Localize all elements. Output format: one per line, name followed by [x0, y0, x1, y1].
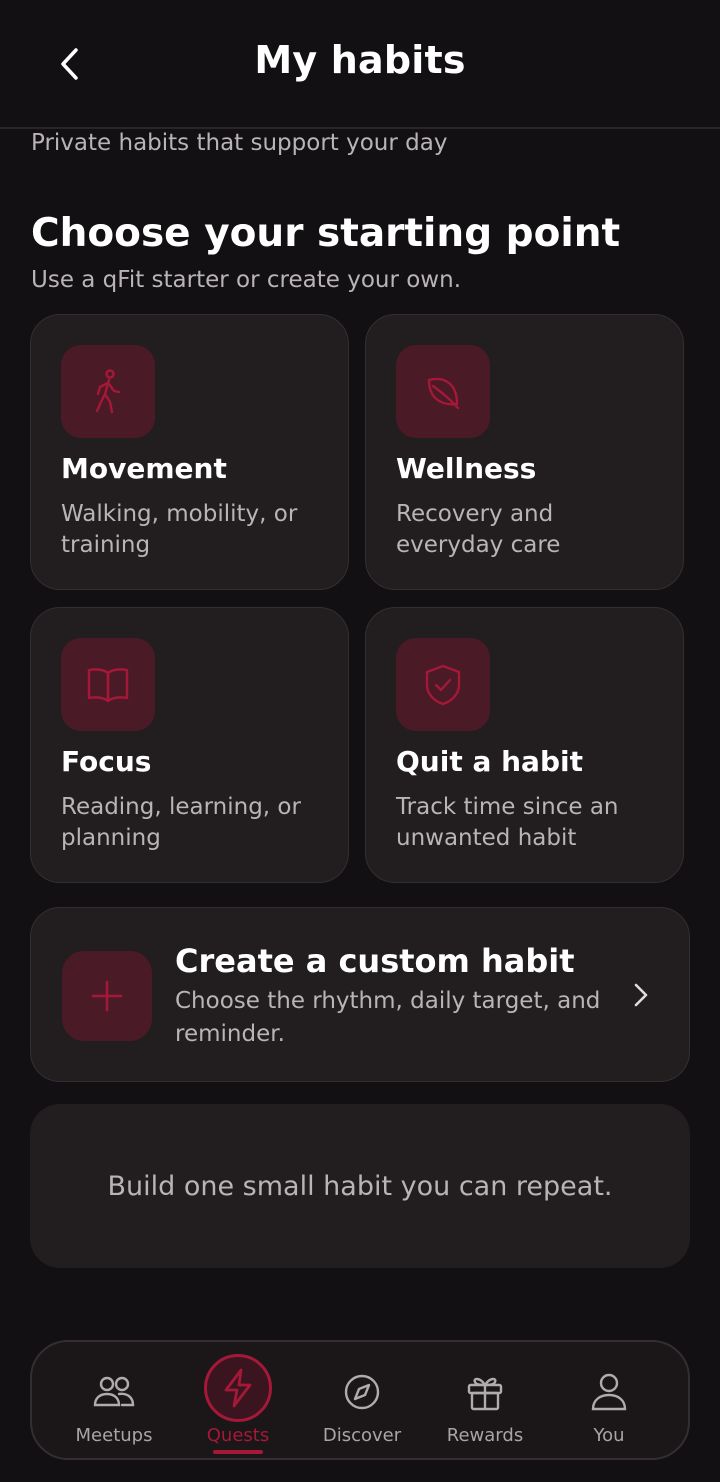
- card-quit-habit[interactable]: Quit a habit Track time since an unwante…: [365, 607, 684, 883]
- nav-label: Meetups: [75, 1425, 153, 1446]
- nav-quests[interactable]: Quests: [176, 1342, 300, 1458]
- custom-icon-tile: [62, 951, 152, 1041]
- tip-text: Build one small habit you can repeat.: [107, 1170, 613, 1202]
- page-subtitle: Private habits that support your day: [31, 130, 448, 156]
- plus-icon: [91, 980, 123, 1012]
- nav-label: Discover: [322, 1425, 402, 1446]
- chevron-right-icon: [629, 981, 653, 1009]
- card-title: Focus: [61, 745, 152, 778]
- nav-you[interactable]: You: [547, 1342, 671, 1458]
- active-indicator: [204, 1354, 272, 1422]
- book-icon: [87, 667, 129, 702]
- card-icon-tile: [61, 638, 155, 731]
- section-title: Choose your starting point: [31, 211, 621, 256]
- card-wellness[interactable]: Wellness Recovery and everyday care: [365, 314, 684, 590]
- nav-label: You: [593, 1425, 625, 1446]
- active-underline: [213, 1450, 263, 1454]
- shield-check-icon: [425, 664, 461, 705]
- card-title: Movement: [61, 452, 227, 485]
- tip-panel: Build one small habit you can repeat.: [30, 1104, 690, 1268]
- person-icon: [587, 1370, 631, 1414]
- page-title: My habits: [254, 38, 466, 82]
- nav-meetups[interactable]: Meetups: [52, 1342, 176, 1458]
- create-custom-habit-button[interactable]: Create a custom habit Choose the rhythm,…: [30, 907, 690, 1082]
- card-focus[interactable]: Focus Reading, learning, or planning: [30, 607, 349, 883]
- custom-habit-description: Choose the rhythm, daily target, and rem…: [175, 988, 601, 1047]
- walking-icon: [95, 368, 121, 413]
- card-icon-tile: [61, 345, 155, 438]
- nav-label: Rewards: [446, 1425, 524, 1446]
- card-title: Wellness: [396, 452, 537, 485]
- compass-icon: [340, 1370, 384, 1414]
- bottom-nav: Meetups Quests Discover Rewards You: [30, 1340, 690, 1460]
- header: My habits: [0, 0, 720, 129]
- card-description: Walking, mobility, or training: [61, 501, 298, 558]
- card-icon-tile: [396, 638, 490, 731]
- card-description: Recovery and everyday care: [396, 501, 561, 558]
- leaf-icon: [427, 377, 460, 409]
- card-title: Quit a habit: [396, 745, 583, 778]
- gift-icon: [463, 1370, 507, 1414]
- page: My habits Private habits that support yo…: [0, 0, 720, 1482]
- card-description: Track time since an unwanted habit: [396, 794, 619, 851]
- nav-discover[interactable]: Discover: [300, 1342, 424, 1458]
- custom-habit-title: Create a custom habit: [175, 942, 575, 980]
- people-icon: [92, 1370, 136, 1414]
- card-icon-tile: [396, 345, 490, 438]
- card-movement[interactable]: Movement Walking, mobility, or training: [30, 314, 349, 590]
- lightning-icon: [224, 1368, 252, 1408]
- nav-label: Quests: [206, 1425, 270, 1446]
- section-subtitle: Use a qFit starter or create your own.: [31, 267, 462, 293]
- nav-rewards[interactable]: Rewards: [423, 1342, 547, 1458]
- card-description: Reading, learning, or planning: [61, 794, 301, 851]
